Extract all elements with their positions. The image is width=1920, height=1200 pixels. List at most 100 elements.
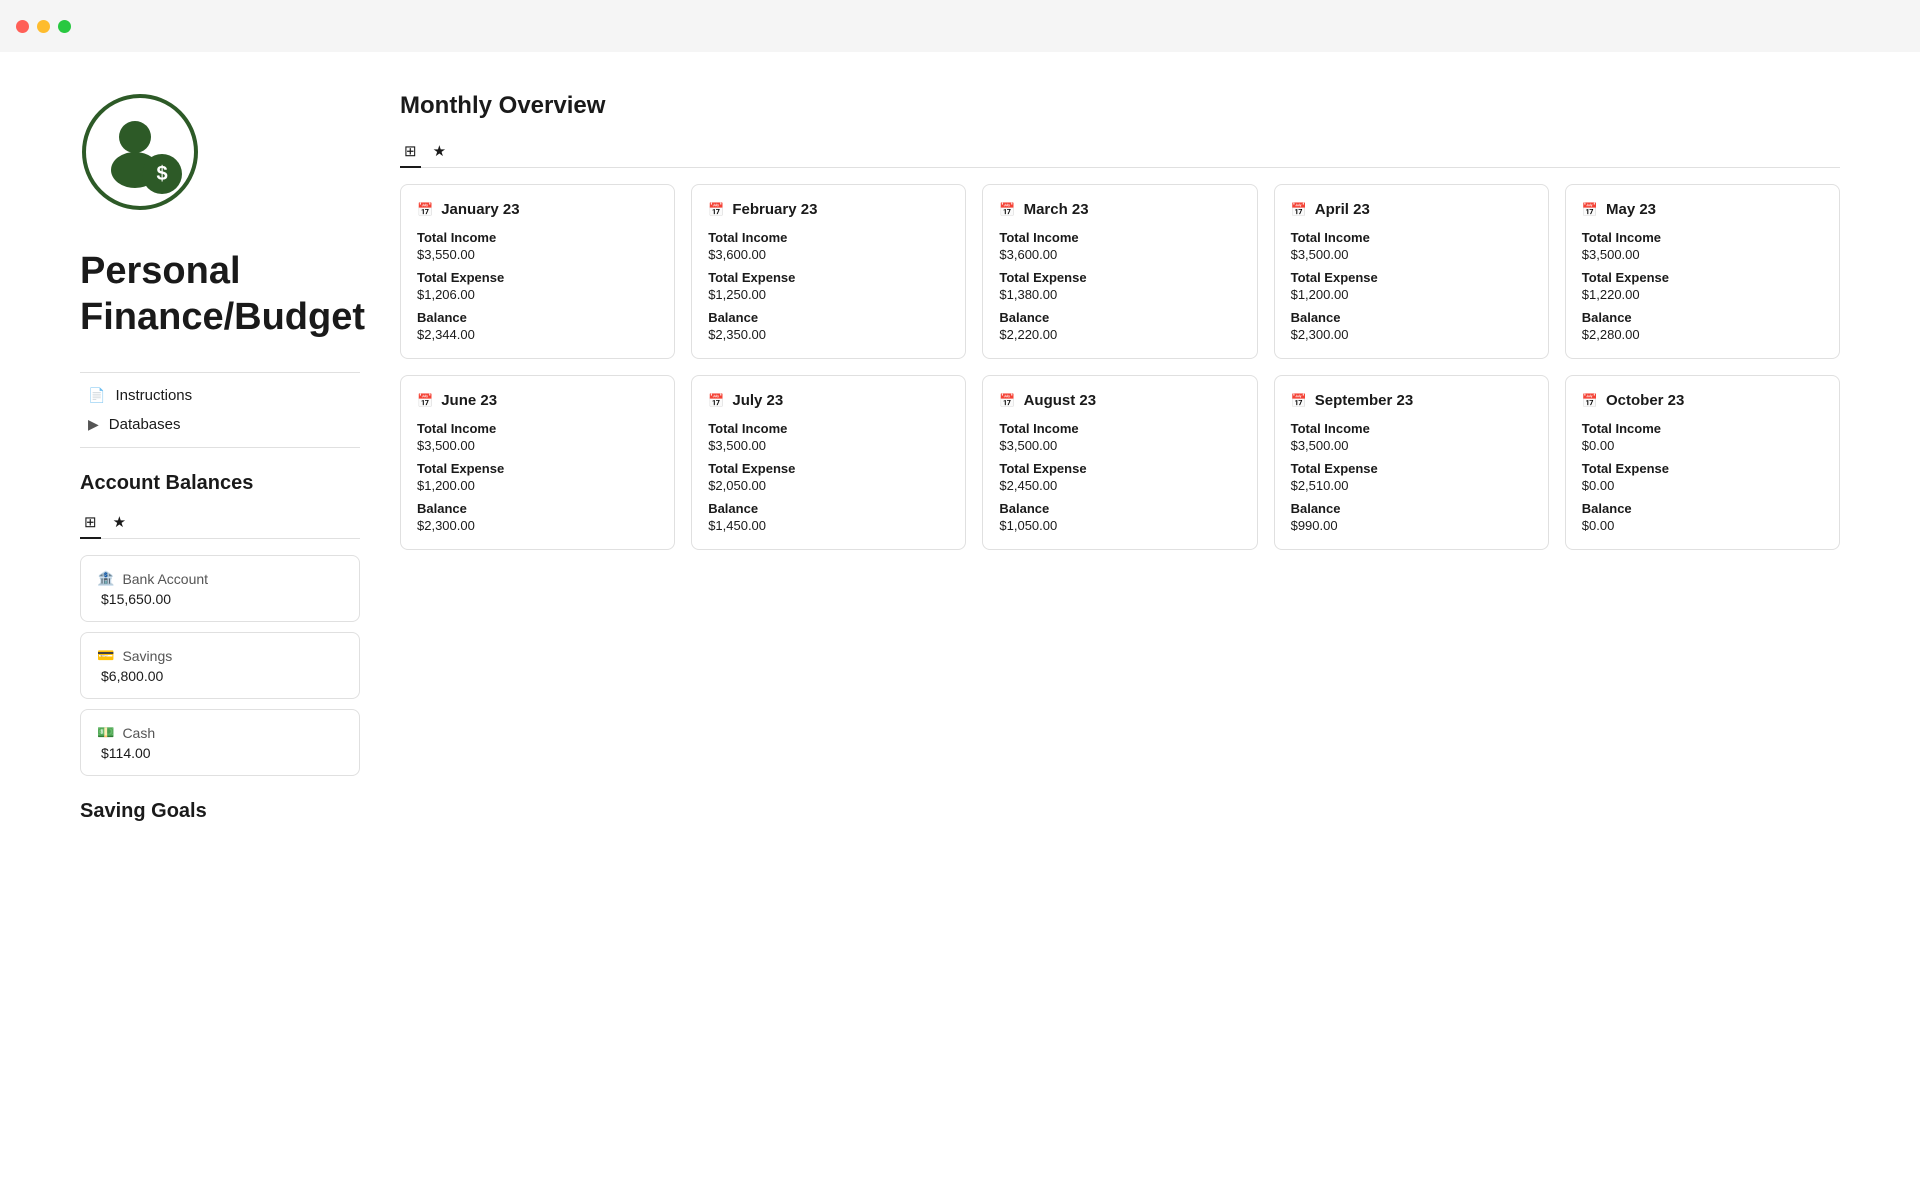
monthly-grid-view-btn[interactable]: ⊞	[400, 136, 421, 168]
month-card-feb23[interactable]: 📅 February 23 Total Income $3,600.00 Tot…	[691, 184, 966, 359]
expense-label-jul23: Total Expense	[708, 461, 949, 476]
cash-value: $114.00	[97, 745, 343, 761]
account-grid-view-btn[interactable]: ⊞	[80, 507, 101, 539]
cash-header: 💵 Cash	[97, 724, 343, 741]
balance-label-sep23: Balance	[1291, 501, 1532, 516]
minimize-button[interactable]	[37, 20, 50, 33]
month-name-sep23: September 23	[1315, 392, 1413, 409]
month-title-mar23: 📅 March 23	[999, 201, 1240, 218]
balance-label-jul23: Balance	[708, 501, 949, 516]
month-name-feb23: February 23	[732, 201, 817, 218]
income-label-apr23: Total Income	[1291, 230, 1532, 245]
month-title-oct23: 📅 October 23	[1582, 392, 1823, 409]
month-name-oct23: October 23	[1606, 392, 1684, 409]
expense-value-jul23: $2,050.00	[708, 478, 949, 493]
month-name-jul23: July 23	[732, 392, 783, 409]
month-card-sep23[interactable]: 📅 September 23 Total Income $3,500.00 To…	[1274, 375, 1549, 550]
balance-label-mar23: Balance	[999, 310, 1240, 325]
savings-value: $6,800.00	[97, 668, 343, 684]
sidebar-item-instructions[interactable]: 📄 Instructions	[80, 381, 360, 410]
balance-label-jan23: Balance	[417, 310, 658, 325]
cash-card[interactable]: 💵 Cash $114.00	[80, 709, 360, 776]
expense-label-feb23: Total Expense	[708, 270, 949, 285]
sidebar-nav: 📄 Instructions ▶ Databases	[80, 381, 360, 439]
income-value-jan23: $3,550.00	[417, 247, 658, 262]
account-view-toggle: ⊞ ★	[80, 507, 360, 539]
month-name-apr23: April 23	[1315, 201, 1370, 218]
balance-value-apr23: $2,300.00	[1291, 327, 1532, 342]
bank-account-value: $15,650.00	[97, 591, 343, 607]
month-card-mar23[interactable]: 📅 March 23 Total Income $3,600.00 Total …	[982, 184, 1257, 359]
expense-label-apr23: Total Expense	[1291, 270, 1532, 285]
close-button[interactable]	[16, 20, 29, 33]
titlebar	[0, 0, 1920, 52]
monthly-grid: 📅 January 23 Total Income $3,550.00 Tota…	[400, 184, 1840, 550]
expense-value-apr23: $1,200.00	[1291, 287, 1532, 302]
monthly-star-view-btn[interactable]: ★	[429, 136, 450, 168]
savings-card[interactable]: 💳 Savings $6,800.00	[80, 632, 360, 699]
expense-value-oct23: $0.00	[1582, 478, 1823, 493]
month-card-aug23[interactable]: 📅 August 23 Total Income $3,500.00 Total…	[982, 375, 1257, 550]
month-title-jun23: 📅 June 23	[417, 392, 658, 409]
expense-value-feb23: $1,250.00	[708, 287, 949, 302]
income-label-jul23: Total Income	[708, 421, 949, 436]
balance-value-oct23: $0.00	[1582, 518, 1823, 533]
balance-value-may23: $2,280.00	[1582, 327, 1823, 342]
income-label-oct23: Total Income	[1582, 421, 1823, 436]
logo-area: $	[80, 92, 360, 217]
maximize-button[interactable]	[58, 20, 71, 33]
month-title-may23: 📅 May 23	[1582, 201, 1823, 218]
balance-label-may23: Balance	[1582, 310, 1823, 325]
balance-value-feb23: $2,350.00	[708, 327, 949, 342]
expense-label-aug23: Total Expense	[999, 461, 1240, 476]
expense-label-mar23: Total Expense	[999, 270, 1240, 285]
income-label-feb23: Total Income	[708, 230, 949, 245]
bank-account-card[interactable]: 🏦 Bank Account $15,650.00	[80, 555, 360, 622]
account-star-view-btn[interactable]: ★	[109, 507, 130, 539]
month-title-apr23: 📅 April 23	[1291, 201, 1532, 218]
income-label-aug23: Total Income	[999, 421, 1240, 436]
monthly-overview-header: Monthly Overview	[400, 92, 1840, 120]
monthly-view-toggle: ⊞ ★	[400, 136, 1840, 168]
expense-label-may23: Total Expense	[1582, 270, 1823, 285]
month-name-mar23: March 23	[1024, 201, 1089, 218]
calendar-icon-jan23: 📅	[417, 202, 433, 218]
month-card-jul23[interactable]: 📅 July 23 Total Income $3,500.00 Total E…	[691, 375, 966, 550]
content-area: Monthly Overview ⊞ ★ 📅 January 23 Total …	[400, 92, 1840, 835]
calendar-icon-feb23: 📅	[708, 202, 724, 218]
sidebar-divider-mid	[80, 447, 360, 448]
income-value-may23: $3,500.00	[1582, 247, 1823, 262]
income-label-jun23: Total Income	[417, 421, 658, 436]
month-title-aug23: 📅 August 23	[999, 392, 1240, 409]
month-title-sep23: 📅 September 23	[1291, 392, 1532, 409]
calendar-icon-oct23: 📅	[1582, 393, 1598, 409]
month-title-jul23: 📅 July 23	[708, 392, 949, 409]
balance-value-jun23: $2,300.00	[417, 518, 658, 533]
calendar-icon-jul23: 📅	[708, 393, 724, 409]
month-name-jun23: June 23	[441, 392, 497, 409]
balance-value-aug23: $1,050.00	[999, 518, 1240, 533]
income-value-jun23: $3,500.00	[417, 438, 658, 453]
expense-label-oct23: Total Expense	[1582, 461, 1823, 476]
balance-value-mar23: $2,220.00	[999, 327, 1240, 342]
expense-value-sep23: $2,510.00	[1291, 478, 1532, 493]
month-name-may23: May 23	[1606, 201, 1656, 218]
month-card-oct23[interactable]: 📅 October 23 Total Income $0.00 Total Ex…	[1565, 375, 1840, 550]
savings-header: 💳 Savings	[97, 647, 343, 664]
saving-goals-title: Saving Goals	[80, 800, 360, 823]
month-title-feb23: 📅 February 23	[708, 201, 949, 218]
income-value-apr23: $3,500.00	[1291, 247, 1532, 262]
month-card-apr23[interactable]: 📅 April 23 Total Income $3,500.00 Total …	[1274, 184, 1549, 359]
month-name-jan23: January 23	[441, 201, 519, 218]
sidebar-item-databases[interactable]: ▶ Databases	[80, 410, 360, 439]
balance-value-jul23: $1,450.00	[708, 518, 949, 533]
document-icon: 📄	[88, 387, 105, 404]
month-card-jun23[interactable]: 📅 June 23 Total Income $3,500.00 Total E…	[400, 375, 675, 550]
balance-label-oct23: Balance	[1582, 501, 1823, 516]
month-card-jan23[interactable]: 📅 January 23 Total Income $3,550.00 Tota…	[400, 184, 675, 359]
income-value-oct23: $0.00	[1582, 438, 1823, 453]
svg-text:$: $	[156, 163, 167, 185]
calendar-icon-jun23: 📅	[417, 393, 433, 409]
month-card-may23[interactable]: 📅 May 23 Total Income $3,500.00 Total Ex…	[1565, 184, 1840, 359]
triangle-icon: ▶	[88, 416, 99, 433]
